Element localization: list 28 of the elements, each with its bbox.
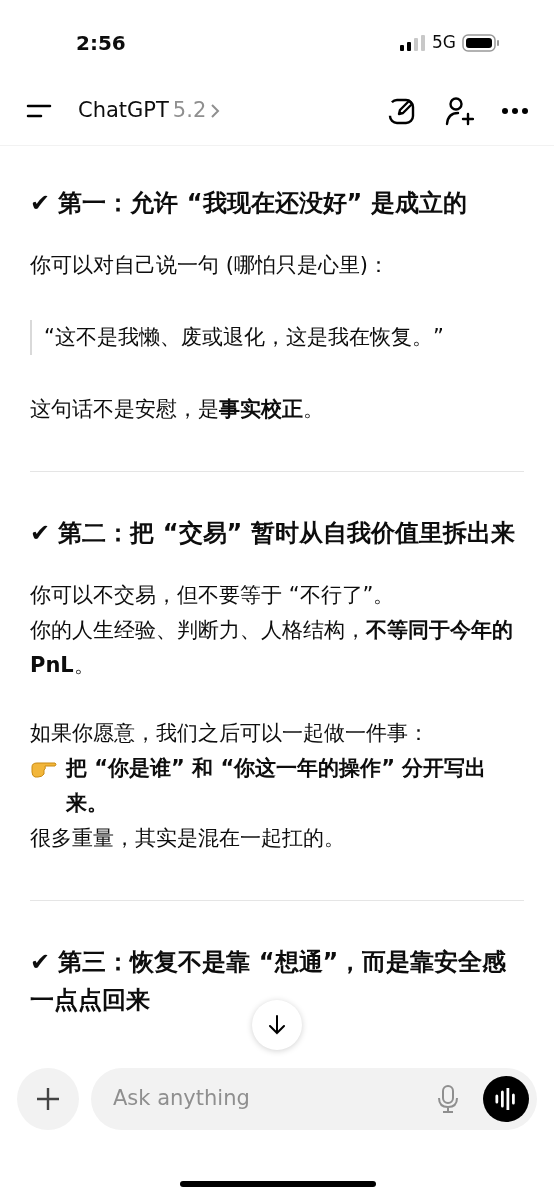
paragraph: 如果你愿意，我们之后可以一起做一件事： xyxy=(30,720,430,747)
network-label: 5G xyxy=(432,31,456,55)
section-heading: ✔ 第一：允许 “我现在还没好” 是成立的 xyxy=(30,188,468,219)
microphone-icon[interactable] xyxy=(437,1085,459,1113)
section-heading: ✔ 第三：恢复不是靠 “想通”，而是靠安全感一点点回来 xyxy=(30,947,508,1016)
battery-icon xyxy=(462,34,500,52)
add-person-icon[interactable] xyxy=(444,95,474,126)
paragraph: 很多重量，其实是混在一起扛的。 xyxy=(30,825,346,852)
quote-text: “这不是我懒、废或退化，这是我在恢复。” xyxy=(44,324,445,351)
paragraph: 这句话不是安慰，是事实校正。 xyxy=(30,396,325,423)
status-time: 2:56 xyxy=(76,30,126,57)
plus-icon xyxy=(36,1087,60,1111)
scroll-down-button[interactable] xyxy=(252,1000,302,1050)
voice-button[interactable] xyxy=(483,1076,529,1122)
model-selector[interactable]: ChatGPT 5.2 xyxy=(78,94,221,127)
chevron-right-icon xyxy=(210,102,221,119)
section-heading: ✔ 第二：把 “交易” 暂时从自我价值里拆出来 xyxy=(30,518,516,549)
arrow-down-icon xyxy=(268,1015,286,1035)
signal-icon xyxy=(400,35,426,51)
paragraph: 把 “你是谁” 和 “你这一年的操作” 分开写出来。 xyxy=(66,755,488,817)
menu-icon xyxy=(26,103,52,118)
paragraph: 你可以对自己说一句 (哪怕只是心里)： xyxy=(30,252,391,279)
new-chat-icon[interactable] xyxy=(388,96,416,125)
paragraph: 你可以不交易，但不要等于 “不行了”。 xyxy=(30,582,396,609)
paragraph: 你的人生经验、判断力、人格结构，不等同于今年的 PnL。 xyxy=(30,617,514,679)
input-field[interactable]: Ask anything xyxy=(91,1068,537,1130)
more-icon[interactable] xyxy=(502,107,528,114)
waveform-icon xyxy=(494,1088,518,1110)
